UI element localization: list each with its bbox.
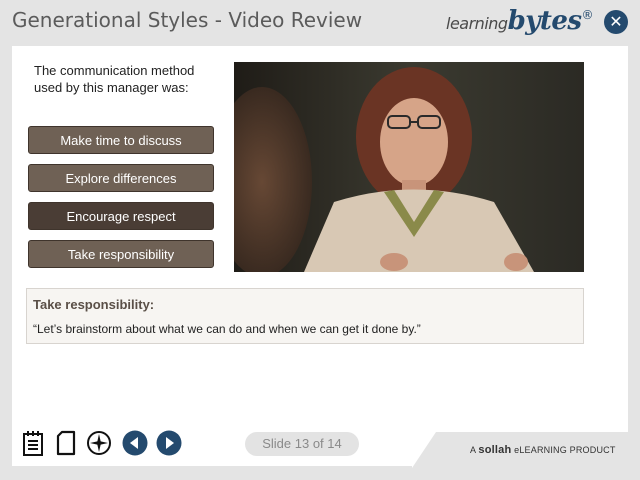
content-panel: The communication method used by this ma…	[12, 46, 628, 430]
next-icon[interactable]	[156, 430, 182, 456]
close-icon: ✕	[609, 12, 623, 31]
page-icon[interactable]	[56, 430, 82, 456]
choice-explore-differences[interactable]: Explore differences	[28, 164, 214, 192]
close-button[interactable]: ✕	[604, 10, 628, 34]
title-bar: Generational Styles - Video Review learn…	[0, 0, 640, 44]
brand-word-bytes: bytes	[507, 6, 582, 36]
video-frame	[234, 62, 584, 272]
brand-word-learning: learning	[446, 14, 508, 33]
feedback-title: Take responsibility:	[33, 297, 155, 312]
slide-counter: Slide 13 of 14	[245, 432, 359, 456]
feedback-quote: “Let’s brainstorm about what we can do a…	[33, 322, 421, 336]
product-suffix: eLEARNING PRODUCT	[511, 445, 616, 455]
product-label: A sollah eLEARNING PRODUCT	[470, 444, 616, 456]
compass-icon[interactable]	[86, 430, 112, 456]
video-player[interactable]	[234, 62, 584, 272]
question-prompt: The communication method used by this ma…	[34, 63, 195, 95]
registered-mark: ®	[581, 8, 594, 22]
page-title: Generational Styles - Video Review	[12, 8, 363, 32]
product-tag: A sollah eLEARNING PRODUCT	[412, 432, 640, 468]
previous-icon[interactable]	[122, 430, 148, 456]
notes-icon[interactable]	[22, 430, 48, 456]
choice-take-responsibility[interactable]: Take responsibility	[28, 240, 214, 268]
feedback-box: Take responsibility: “Let’s brainstorm a…	[26, 288, 584, 344]
brand-logo: learningbytes®	[446, 6, 596, 40]
product-tag-corner	[412, 432, 436, 468]
choice-encourage-respect[interactable]: Encourage respect	[28, 202, 214, 230]
product-brand: sollah	[478, 444, 512, 456]
choice-make-time-to-discuss[interactable]: Make time to discuss	[28, 126, 214, 154]
